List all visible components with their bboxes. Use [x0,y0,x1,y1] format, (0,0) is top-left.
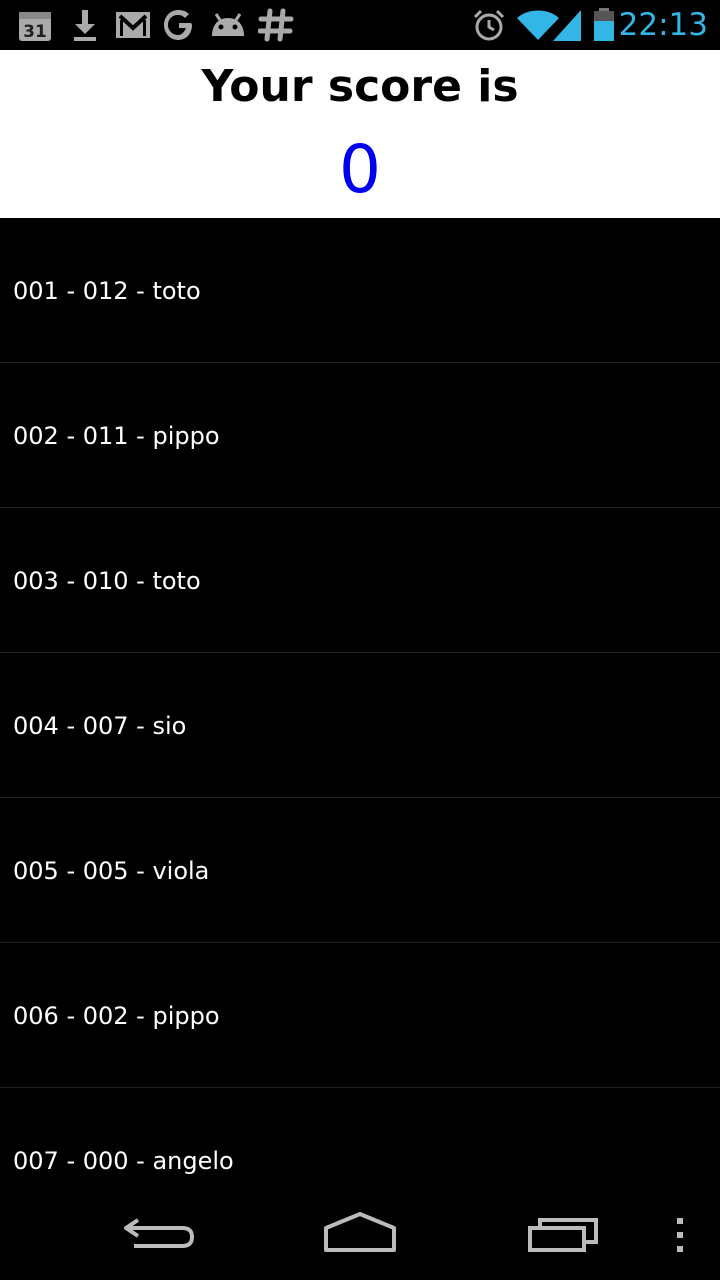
list-item-label: 005 - 005 - viola [13,857,210,885]
menu-icon[interactable] [672,1216,688,1260]
calendar-day: 31 [23,22,47,42]
status-bar: 31 22:13 [0,0,720,50]
list-item[interactable]: 001 - 012 - toto [0,218,720,363]
list-item-label: 007 - 000 - angelo [13,1147,234,1175]
calendar-icon: 31 [18,8,52,46]
home-icon[interactable] [320,1210,400,1258]
back-icon[interactable] [120,1212,200,1256]
list-item-label: 004 - 007 - sio [13,712,187,740]
list-item-label: 003 - 010 - toto [13,567,201,595]
signal-icon [552,8,582,46]
list-item[interactable]: 005 - 005 - viola [0,798,720,943]
score-value: 0 [339,131,381,208]
list-item[interactable]: 003 - 010 - toto [0,508,720,653]
navigation-bar [0,1184,720,1280]
battery-icon [592,8,616,46]
android-icon [208,8,248,46]
gmail-icon [114,8,152,46]
hash-icon [257,8,294,46]
list-item[interactable]: 002 - 011 - pippo [0,363,720,508]
google-icon [162,8,196,46]
list-item-label: 002 - 011 - pippo [13,422,220,450]
list-item-label: 006 - 002 - pippo [13,1002,220,1030]
list-item-label: 001 - 012 - toto [13,277,201,305]
list-item[interactable]: 004 - 007 - sio [0,653,720,798]
alarm-icon [472,8,506,46]
recents-icon[interactable] [524,1212,604,1260]
score-header: Your score is 0 [0,50,720,218]
list-item[interactable]: 006 - 002 - pippo [0,943,720,1088]
score-title: Your score is [201,61,519,112]
high-score-list[interactable]: 001 - 012 - toto 002 - 011 - pippo 003 -… [0,218,720,1218]
status-time: 22:13 [618,7,708,43]
download-icon [72,8,98,46]
